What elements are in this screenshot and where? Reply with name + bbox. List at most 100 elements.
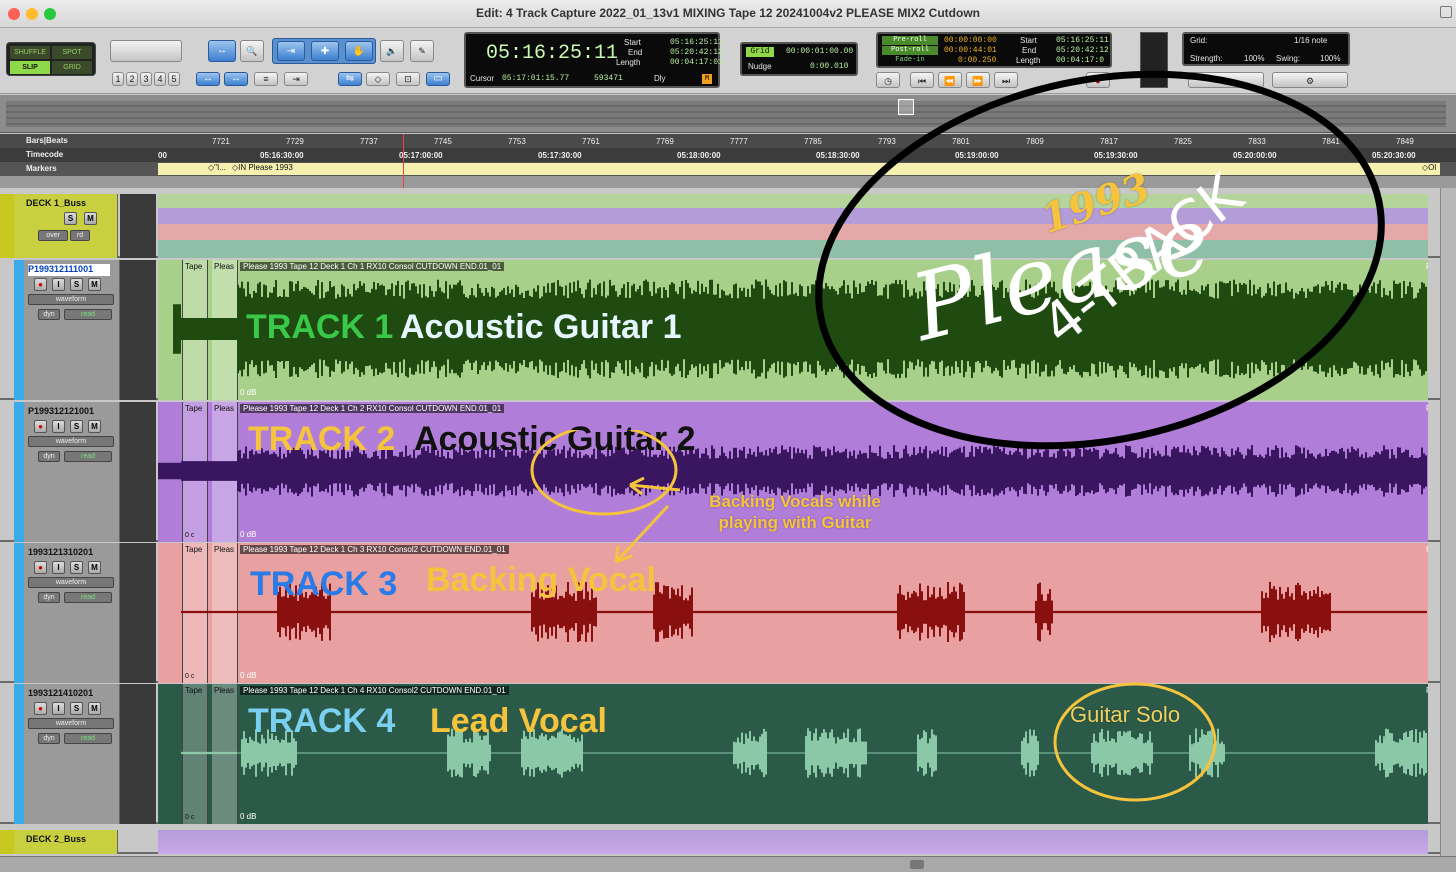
automation-follows-icon[interactable]: ◇ [366, 72, 390, 86]
selection-end-value[interactable]: 05:20:42:12 [670, 48, 723, 57]
transport-start-value[interactable]: 05:16:25:11 [1056, 36, 1109, 45]
clip-gain-label[interactable]: 0 dB [240, 812, 256, 821]
tab-to-transients-icon[interactable]: ⇥ [284, 72, 308, 86]
input-monitor-button[interactable]: I [52, 278, 65, 291]
automation-mode-select[interactable]: read [64, 592, 112, 603]
horizontal-scrollbar[interactable] [0, 856, 1456, 872]
solo-button[interactable]: S [70, 702, 83, 715]
mute-button[interactable]: M [88, 702, 101, 715]
clip-name[interactable]: Please 1993 Tape 12 Deck 1 Ch 3 RX10 Con… [240, 545, 509, 554]
shuffle-mode-button[interactable]: SHUFFLE [10, 46, 50, 59]
marker-2[interactable]: ◇IN Please 1993 [232, 163, 293, 172]
buss2-name[interactable]: DECK 2_Buss [26, 834, 108, 846]
hand-tool-icon[interactable]: ✋ [345, 41, 373, 61]
fadein-value[interactable]: 0:00.250 [958, 56, 996, 65]
window-menu-icon[interactable] [1440, 6, 1452, 18]
link-track-icon[interactable]: ↔ [224, 72, 248, 86]
playlist-select[interactable]: dyn [38, 733, 60, 744]
mute-button[interactable]: M [88, 278, 101, 291]
view-select[interactable]: waveform [28, 294, 114, 305]
buss-mute-button[interactable]: M [84, 212, 97, 225]
buss-solo-button[interactable]: S [64, 212, 77, 225]
marker-3[interactable]: ◇Ol [1422, 163, 1436, 172]
playlist-select[interactable]: dyn [38, 451, 60, 462]
main-counter-value[interactable]: 05:16:25:11 [486, 42, 618, 65]
clip-gain-label[interactable]: 0 dB [240, 671, 256, 680]
buss-automation-select[interactable]: over [38, 230, 68, 241]
marker-1[interactable]: ◇"I... [208, 163, 226, 172]
buss-name[interactable]: DECK 1_Buss [26, 198, 108, 210]
next-clip-label[interactable]: Ple [1426, 404, 1428, 413]
zoom-preset-3[interactable]: 3 [140, 72, 152, 86]
swing-value[interactable]: 100% [1320, 54, 1340, 63]
buss-read-select[interactable]: rd [70, 230, 90, 241]
zoom-preset-2[interactable]: 2 [126, 72, 138, 86]
record-enable-button[interactable]: ● [34, 420, 47, 433]
preroll-toggle[interactable]: Pre-roll [882, 36, 938, 45]
layered-editing-icon[interactable]: ⊡ [396, 72, 420, 86]
clip-name[interactable]: Please 1993 Tape 12 Deck 1 Ch 4 RX10 Con… [240, 686, 509, 695]
transport-length-value[interactable]: 00:04:17:0 [1056, 56, 1104, 65]
solo-button[interactable]: S [70, 278, 83, 291]
clip-overlap-icon[interactable]: ▭ [426, 72, 450, 86]
zoom-preset-5[interactable]: 5 [168, 72, 180, 86]
view-select[interactable]: waveform [28, 436, 114, 447]
postroll-value[interactable]: 00:00:44:01 [944, 46, 997, 55]
delay-label[interactable]: Dly [654, 74, 666, 83]
next-clip-label[interactable]: Ple [1426, 545, 1428, 554]
grid-toggle[interactable]: Grid [746, 47, 774, 57]
clip-gain-label[interactable]: 0 dB [240, 530, 256, 539]
fadein-toggle[interactable]: Fade-in [882, 56, 938, 65]
mirror-midi-icon[interactable]: ⇋ [338, 72, 362, 86]
clip-gain-label[interactable]: 0 dB [240, 388, 256, 397]
record-enable-button[interactable]: ● [34, 278, 47, 291]
view-select[interactable]: waveform [28, 718, 114, 729]
track-lane[interactable]: Tape 0 c Pleas Please 1993 Tape 12 Deck … [158, 543, 1428, 683]
automation-mode-select[interactable]: read [64, 309, 112, 320]
zoomer-tool-icon[interactable]: ↔ [208, 40, 236, 62]
quantize-grid-value[interactable]: 1/16 note [1294, 36, 1327, 45]
next-clip-label[interactable]: Ple [1426, 686, 1428, 695]
speaker-tool-icon[interactable]: 🔈 [380, 40, 404, 62]
spot-mode-button[interactable]: SPOT [52, 46, 92, 59]
solo-button[interactable]: S [70, 420, 83, 433]
next-clip-label[interactable]: Ple [1426, 262, 1428, 271]
postroll-toggle[interactable]: Post-roll [882, 46, 938, 55]
grid-value[interactable]: 00:00:01:00.00 [786, 47, 853, 56]
input-monitor-button[interactable]: I [52, 702, 65, 715]
automation-mode-select[interactable]: read [64, 451, 112, 462]
zoom-preset-1[interactable]: 1 [112, 72, 124, 86]
input-monitor-button[interactable]: I [52, 561, 65, 574]
slip-mode-button[interactable]: SLIP [10, 61, 50, 74]
record-enable-button[interactable]: ● [34, 702, 47, 715]
trim-tool-icon[interactable]: 🔍 [240, 40, 264, 62]
midi-merge-icon[interactable]: M [702, 74, 712, 84]
buss2-lane[interactable] [158, 830, 1428, 854]
mute-button[interactable]: M [88, 561, 101, 574]
track-name[interactable]: 1993121310201 [28, 547, 110, 559]
vertical-scrollbar[interactable] [1440, 188, 1456, 856]
grabber-tool-icon[interactable]: ✚ [311, 41, 339, 61]
strength-value[interactable]: 100% [1244, 54, 1264, 63]
view-select[interactable]: waveform [28, 577, 114, 588]
smart-tool[interactable]: ⇥ ✚ ✋ [272, 38, 376, 64]
playhead-line[interactable] [403, 134, 404, 188]
mute-button[interactable]: M [88, 420, 101, 433]
preroll-value[interactable]: 00:00:00:00 [944, 36, 997, 45]
track-name[interactable]: P199312121001 [28, 406, 110, 418]
record-enable-button[interactable]: ● [34, 561, 47, 574]
transport-end-value[interactable]: 05:20:42:12 [1056, 46, 1109, 55]
clip-name[interactable]: Please 1993 Tape 12 Deck 1 Ch 1 RX10 Con… [240, 262, 505, 271]
clip-name[interactable]: Please 1993 Tape 12 Deck 1 Ch 2 RX10 Con… [240, 404, 505, 413]
track-name[interactable]: 1993121410201 [28, 688, 110, 700]
pencil-tool-icon[interactable]: ✎ [410, 40, 434, 62]
grid-mode-button[interactable]: GRID [52, 61, 92, 74]
zoom-preset-4[interactable]: 4 [154, 72, 166, 86]
selection-length-value[interactable]: 00:04:17:01 [670, 58, 723, 67]
selection-start-value[interactable]: 05:16:25:11 [670, 38, 723, 47]
playlist-select[interactable]: dyn [38, 309, 60, 320]
playlist-select[interactable]: dyn [38, 592, 60, 603]
insertion-follows-icon[interactable]: ≡ [254, 72, 278, 86]
solo-button[interactable]: S [70, 561, 83, 574]
input-monitor-button[interactable]: I [52, 420, 65, 433]
